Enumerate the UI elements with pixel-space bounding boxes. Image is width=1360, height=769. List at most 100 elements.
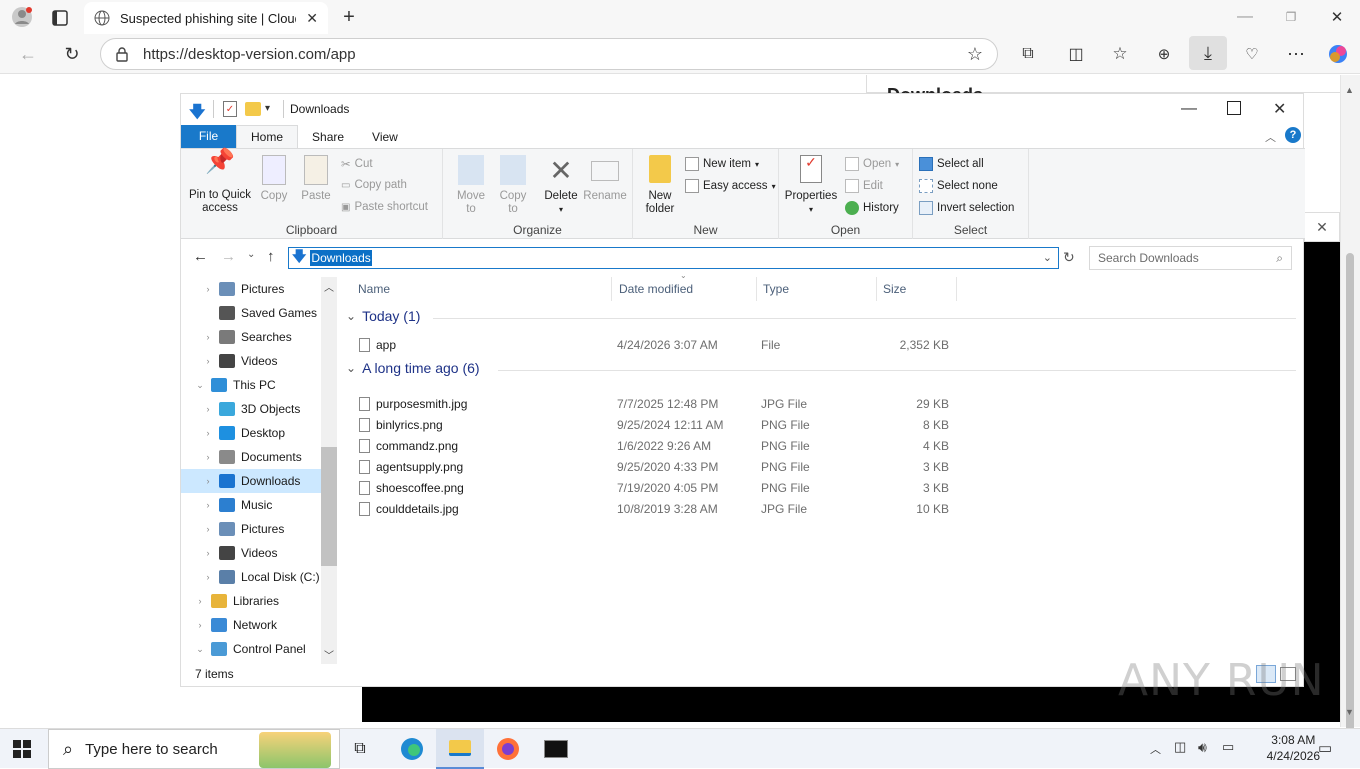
delete-button[interactable]: ✕ Delete ▾ — [541, 155, 581, 216]
tab-actions-icon[interactable] — [50, 8, 70, 28]
file-row[interactable]: commandz.png 1/6/2022 9:26 AM PNG File 4 KB — [359, 435, 1119, 456]
edge-taskbar-icon[interactable] — [388, 729, 436, 769]
expand-chevron-icon[interactable]: › — [203, 332, 213, 342]
collapse-group-icon[interactable]: ⌄ — [346, 361, 356, 375]
history-button[interactable]: History — [845, 201, 899, 215]
copy-path-button[interactable]: ▭ Copy path — [341, 179, 407, 191]
open-button[interactable]: Open ▾ — [845, 157, 899, 171]
help-icon[interactable]: ? — [1285, 127, 1301, 143]
nav-item-videos[interactable]: › Videos — [181, 349, 321, 373]
refresh-folder-icon[interactable]: ↻ — [1063, 249, 1075, 266]
browser-essentials-icon[interactable]: ♡ — [1240, 42, 1264, 66]
windows-start-icon[interactable] — [12, 739, 32, 759]
favorite-star-icon[interactable]: ☆ — [967, 44, 983, 65]
explorer-maximize-icon[interactable] — [1227, 101, 1241, 115]
collapse-ribbon-icon[interactable]: ︿ — [1265, 129, 1276, 145]
new-folder-quick-icon[interactable] — [245, 102, 261, 116]
expand-chevron-icon[interactable]: › — [195, 596, 205, 606]
easy-access-button[interactable]: Easy access ▾ — [685, 179, 776, 193]
file-explorer-taskbar-icon[interactable] — [436, 729, 484, 769]
expand-chevron-icon[interactable]: › — [203, 572, 213, 582]
browser-tab[interactable]: Suspected phishing site | Cloudfla ✕ — [84, 2, 328, 34]
task-view-icon[interactable]: ⧉ — [336, 729, 384, 769]
column-name[interactable]: Name — [352, 277, 612, 301]
select-all-button[interactable]: Select all — [919, 157, 984, 171]
expand-chevron-icon[interactable]: › — [203, 452, 213, 462]
tray-device-icon[interactable]: ◫ — [1174, 739, 1186, 755]
nav-item-downloads[interactable]: › Downloads — [181, 469, 321, 493]
nav-scrollbar[interactable]: ︿ ﹀ — [321, 277, 337, 664]
file-row[interactable]: purposesmith.jpg 7/7/2025 12:48 PM JPG Fil… — [359, 393, 1119, 414]
firefox-taskbar-icon[interactable] — [484, 729, 532, 769]
recent-locations-icon[interactable]: ⌄ — [247, 249, 255, 260]
explorer-minimize-icon[interactable]: — — [1181, 100, 1197, 118]
tab-file[interactable]: File — [181, 125, 236, 148]
split-screen-icon[interactable]: ◫ — [1064, 42, 1088, 66]
nav-item-saved-games[interactable]: Saved Games — [181, 301, 321, 325]
invert-selection-button[interactable]: Invert selection — [919, 201, 1014, 215]
back-icon[interactable]: ← — [16, 42, 40, 66]
tab-home[interactable]: Home — [236, 125, 299, 148]
nav-up-icon[interactable]: ↑ — [267, 248, 275, 265]
new-folder-button[interactable]: New folder — [641, 155, 679, 216]
file-row[interactable]: coulddetails.jpg 10/8/2019 3:28 AM JPG Fil… — [359, 498, 1119, 519]
taskbar-search[interactable]: ⌕ Type here to search — [48, 729, 340, 769]
cut-button[interactable]: ✂ Cut — [341, 157, 373, 171]
nav-item-music[interactable]: › Music — [181, 493, 321, 517]
tab-view[interactable]: View — [358, 126, 412, 148]
nav-item-videos[interactable]: › Videos — [181, 541, 321, 565]
properties-quick-icon[interactable]: ✓ — [223, 101, 237, 117]
file-group-header[interactable]: ⌄ A long time ago (6) — [346, 360, 480, 376]
network-icon[interactable]: ▭ — [1222, 739, 1234, 755]
select-none-button[interactable]: Select none — [919, 179, 998, 193]
collapse-group-icon[interactable]: ⌄ — [346, 309, 356, 323]
page-scrollbar[interactable]: ▲ ▼ — [1340, 75, 1360, 743]
downloads-icon[interactable]: ⤓ — [1189, 36, 1227, 70]
expand-chevron-icon[interactable]: › — [203, 284, 213, 294]
pin-quick-access-button[interactable]: 📌 Pin to Quick access — [187, 150, 253, 215]
close-window-icon[interactable]: ✕ — [1326, 6, 1348, 28]
notification-icon[interactable]: ▭ — [1318, 739, 1332, 757]
minimize-icon[interactable]: — — [1234, 6, 1256, 28]
restore-icon[interactable]: ❐ — [1280, 6, 1302, 28]
nav-item-pictures[interactable]: › Pictures — [181, 277, 321, 301]
file-row[interactable]: agentsupply.png 9/25/2020 4:33 PM PNG File… — [359, 456, 1119, 477]
close-tab-icon[interactable]: ✕ — [306, 10, 318, 27]
file-group-header[interactable]: ⌄ Today (1) — [346, 308, 420, 324]
expand-chevron-icon[interactable]: › — [203, 500, 213, 510]
explorer-close-icon[interactable]: ✕ — [1273, 99, 1286, 119]
expand-chevron-icon[interactable]: › — [195, 620, 205, 630]
column-size[interactable]: Size — [877, 277, 957, 301]
tray-chevron-icon[interactable]: ︿ — [1150, 741, 1161, 757]
expand-chevron-icon[interactable]: › — [203, 548, 213, 558]
favorites-icon[interactable]: ☆ — [1108, 42, 1132, 66]
paste-shortcut-button[interactable]: ▣ Paste shortcut — [341, 201, 428, 213]
refresh-icon[interactable]: ↻ — [60, 42, 84, 66]
explorer-address-bar[interactable]: 🡇 Downloads ⌄ — [288, 247, 1059, 269]
copy-to-button[interactable]: Copy to — [495, 155, 531, 216]
address-bar[interactable]: https://desktop-version.com/app ☆ — [100, 38, 998, 70]
extensions-icon[interactable]: ⧉ — [1016, 42, 1040, 66]
copy-button[interactable]: Copy — [257, 155, 291, 203]
expand-chevron-icon[interactable]: › — [203, 524, 213, 534]
nav-item-libraries[interactable]: › Libraries — [181, 589, 321, 613]
nav-item-searches[interactable]: › Searches — [181, 325, 321, 349]
nav-item-pictures[interactable]: › Pictures — [181, 517, 321, 541]
nav-back-icon[interactable]: ← — [193, 248, 208, 265]
edit-button[interactable]: Edit — [845, 179, 883, 193]
expand-chevron-icon[interactable]: › — [203, 476, 213, 486]
address-dropdown-icon[interactable]: ⌄ — [1043, 251, 1052, 264]
column-date-modified[interactable]: Date modified — [613, 277, 757, 301]
copilot-icon[interactable] — [1326, 42, 1350, 66]
new-item-button[interactable]: New item ▾ — [685, 157, 759, 171]
tab-share[interactable]: Share — [298, 126, 358, 148]
nav-item-local-disk-c[interactable]: › Local Disk (C:) — [181, 565, 321, 589]
collections-icon[interactable]: ⊕ — [1152, 42, 1176, 66]
expand-chevron-icon[interactable]: › — [203, 356, 213, 366]
nav-item-desktop[interactable]: › Desktop — [181, 421, 321, 445]
expand-chevron-icon[interactable]: › — [203, 404, 213, 414]
new-tab-icon[interactable]: + — [338, 6, 360, 28]
expand-chevron-icon[interactable]: ⌄ — [195, 380, 205, 391]
file-row[interactable]: shoescoffee.png 7/19/2020 4:05 PM PNG File… — [359, 477, 1119, 498]
profile-avatar-icon[interactable] — [10, 5, 34, 29]
